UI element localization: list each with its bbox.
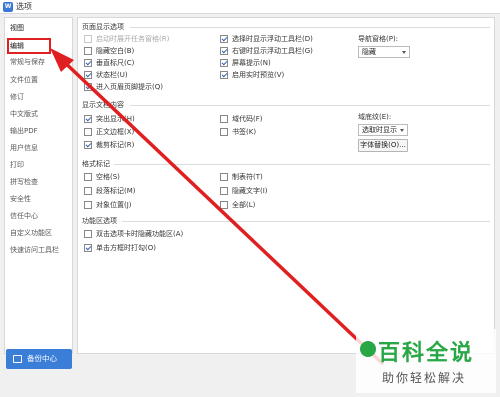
checkbox[interactable] xyxy=(84,201,92,209)
checkbox[interactable] xyxy=(84,115,92,123)
checkbox[interactable] xyxy=(84,244,92,252)
option-status-bar[interactable]: 状态栏(U) xyxy=(84,70,128,80)
checkbox[interactable] xyxy=(84,128,92,136)
sidebar-item-user-info[interactable]: 用户信息 xyxy=(10,141,38,155)
sidebar-item-general-save[interactable]: 常规与保存 xyxy=(10,55,45,69)
section-title-ribbon: 功能区选项 xyxy=(82,217,117,225)
sidebar-item-trust-center[interactable]: 信任中心 xyxy=(10,209,38,223)
checkbox[interactable] xyxy=(220,71,228,79)
title-bar: W 选项 xyxy=(0,0,500,14)
section-divider xyxy=(130,105,490,106)
watermark-subtitle: 助你轻松解决 xyxy=(382,371,467,385)
option-field-codes[interactable]: 域代码(F) xyxy=(220,114,263,124)
option-crop-marks[interactable]: 裁剪标记(R) xyxy=(84,140,134,150)
edit-highlight-box xyxy=(7,38,51,54)
checkbox[interactable] xyxy=(84,35,92,43)
option-text-border[interactable]: 正文边框(X) xyxy=(84,127,134,137)
option-click-box-check[interactable]: 单击方框时打勾(O) xyxy=(84,243,156,253)
checkbox[interactable] xyxy=(84,141,92,149)
nav-pane-label: 导航窗格(P): xyxy=(358,35,399,43)
option-screen-tips[interactable]: 屏幕提示(N) xyxy=(220,58,271,68)
options-sidebar: 视图 编辑 常规与保存 文件位置 修订 中文版式 输出PDF 用户信息 打印 拼… xyxy=(4,17,73,354)
checkbox[interactable] xyxy=(84,187,92,195)
sidebar-item-revision[interactable]: 修订 xyxy=(10,90,24,104)
option-header-footer-tip[interactable]: 进入页眉页脚提示(Q) xyxy=(84,82,163,92)
option-hidden-text[interactable]: 隐藏文字(I) xyxy=(220,186,268,196)
section-divider xyxy=(122,221,490,222)
section-title-display-content: 显示文档内容 xyxy=(82,101,124,109)
font-replace-button[interactable]: 字体替换(O)... xyxy=(358,139,408,152)
sidebar-item-custom-ribbon[interactable]: 自定义功能区 xyxy=(10,226,52,240)
sidebar-item-security[interactable]: 安全性 xyxy=(10,192,31,206)
option-bookmarks[interactable]: 书签(K) xyxy=(220,127,256,137)
option-all-marks[interactable]: 全部(L) xyxy=(220,200,255,210)
option-hide-blank[interactable]: 隐藏空白(B) xyxy=(84,46,134,56)
option-highlight[interactable]: 突出显示(H) xyxy=(84,114,135,124)
checkbox[interactable] xyxy=(84,83,92,91)
sidebar-item-spell-check[interactable]: 拼写检查 xyxy=(10,175,38,189)
option-paragraph-marks[interactable]: 段落标记(M) xyxy=(84,186,136,196)
option-live-preview[interactable]: 启用实时预览(V) xyxy=(220,70,284,80)
sidebar-item-output-pdf[interactable]: 输出PDF xyxy=(10,124,38,138)
checkbox[interactable] xyxy=(220,201,228,209)
chevron-down-icon xyxy=(402,51,406,54)
option-vertical-ruler[interactable]: 垂直标尺(C) xyxy=(84,58,134,68)
backup-icon xyxy=(13,355,22,363)
watermark: 百科全说 助你轻松解决 xyxy=(356,329,496,393)
field-shading-dropdown[interactable]: 选取时显示 xyxy=(358,124,408,136)
checkbox[interactable] xyxy=(220,59,228,67)
backup-center-button[interactable]: 备份中心 xyxy=(6,349,72,369)
sidebar-item-quick-access-toolbar[interactable]: 快速访问工具栏 xyxy=(10,243,59,257)
checkbox[interactable] xyxy=(220,47,228,55)
options-content: 页面显示选项 启动时展开任务窗格(R) 隐藏空白(B) 垂直标尺(C) 状态栏(… xyxy=(77,17,495,354)
option-rightclick-floating-toolbar[interactable]: 右键时显示浮动工具栏(G) xyxy=(220,46,313,56)
checkbox[interactable] xyxy=(84,59,92,67)
checkbox[interactable] xyxy=(220,35,228,43)
checkbox[interactable] xyxy=(220,115,228,123)
section-divider xyxy=(114,164,490,165)
checkbox[interactable] xyxy=(220,128,228,136)
window-title: 选项 xyxy=(16,2,32,11)
nav-pane-dropdown[interactable]: 隐藏 xyxy=(358,46,410,58)
sidebar-item-print[interactable]: 打印 xyxy=(10,158,24,172)
watermark-logo-text: 百科全说 xyxy=(378,341,475,366)
checkbox[interactable] xyxy=(84,71,92,79)
section-divider xyxy=(130,27,490,28)
option-object-anchors[interactable]: 对象位置(J) xyxy=(84,200,132,210)
option-tab-characters[interactable]: 制表符(T) xyxy=(220,172,263,182)
chevron-down-icon xyxy=(400,129,404,132)
checkbox[interactable] xyxy=(84,173,92,181)
option-select-floating-toolbar[interactable]: 选择时显示浮动工具栏(D) xyxy=(220,34,313,44)
backup-center-label: 备份中心 xyxy=(27,354,57,363)
field-shading-label: 域底纹(E): xyxy=(358,113,392,121)
checkbox[interactable] xyxy=(84,230,92,238)
option-spaces[interactable]: 空格(S) xyxy=(84,172,120,182)
checkbox[interactable] xyxy=(220,187,228,195)
checkbox[interactable] xyxy=(84,47,92,55)
wps-app-icon: W xyxy=(3,2,13,12)
sidebar-item-view[interactable]: 视图 xyxy=(10,21,24,35)
sidebar-item-file-location[interactable]: 文件位置 xyxy=(10,73,38,87)
section-title-format-marks: 格式标记 xyxy=(82,160,110,168)
checkbox[interactable] xyxy=(220,173,228,181)
sidebar-item-chinese-layout[interactable]: 中文版式 xyxy=(10,107,38,121)
section-title-page-display: 页面显示选项 xyxy=(82,23,124,31)
watermark-logo-icon xyxy=(360,341,376,357)
option-expand-task-pane[interactable]: 启动时展开任务窗格(R) xyxy=(84,34,169,44)
option-double-click-hide-ribbon[interactable]: 双击选项卡时隐藏功能区(A) xyxy=(84,229,183,239)
